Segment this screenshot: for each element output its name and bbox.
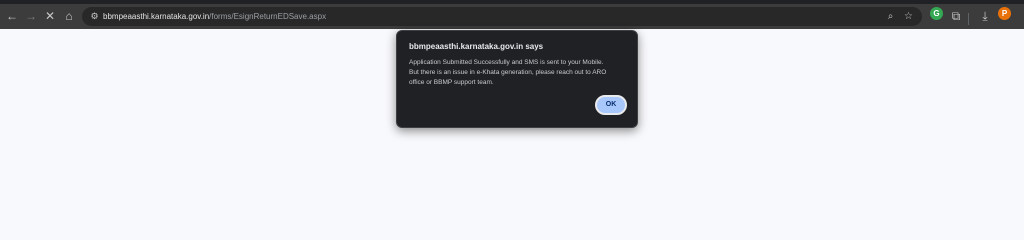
toolbar-divider — [968, 13, 969, 25]
close-icon[interactable]: ✕ — [41, 7, 59, 25]
zoom-icon[interactable]: ⌕ — [884, 10, 897, 23]
dialog-message: Application Submitted Successfully and S… — [409, 58, 629, 88]
url-host: bbmpeaasthi.karnataka.gov.in — [103, 12, 210, 21]
star-icon[interactable]: ☆ — [902, 10, 915, 23]
profile-avatar[interactable]: P — [998, 7, 1011, 20]
forward-arrow-icon[interactable]: → — [22, 7, 40, 25]
back-arrow-icon[interactable]: ← — [3, 7, 21, 25]
url-path: /forms/EsignReturnEDSave.aspx — [209, 12, 327, 21]
url-text[interactable]: bbmpeaasthi.karnataka.gov.in/forms/Esign… — [103, 10, 326, 23]
site-info-icon[interactable]: ⚙ — [88, 10, 101, 23]
dialog-message-line: Application Submitted Successfully and S… — [409, 59, 604, 66]
home-icon[interactable]: ⌂ — [60, 7, 78, 25]
dialog-title: bbmpeaasthi.karnataka.gov.in says — [409, 42, 544, 51]
alert-dialog: bbmpeaasthi.karnataka.gov.in says Applic… — [396, 30, 638, 128]
browser-toolbar: ← → ✕ ⌂ ⚙ bbmpeaasthi.karnataka.gov.in/f… — [0, 4, 1024, 29]
ok-button[interactable]: OK — [595, 95, 627, 115]
address-bar[interactable]: ⚙ bbmpeaasthi.karnataka.gov.in/forms/Esi… — [82, 7, 922, 26]
extension-icon[interactable]: G — [930, 7, 943, 20]
dialog-message-line: But there is an issue in e-Khata generat… — [409, 69, 607, 76]
dialog-message-line: office or BBMP support team. — [409, 79, 494, 86]
puzzle-icon[interactable]: ⧉ — [947, 7, 965, 25]
download-icon[interactable]: ⤓ — [976, 7, 994, 25]
